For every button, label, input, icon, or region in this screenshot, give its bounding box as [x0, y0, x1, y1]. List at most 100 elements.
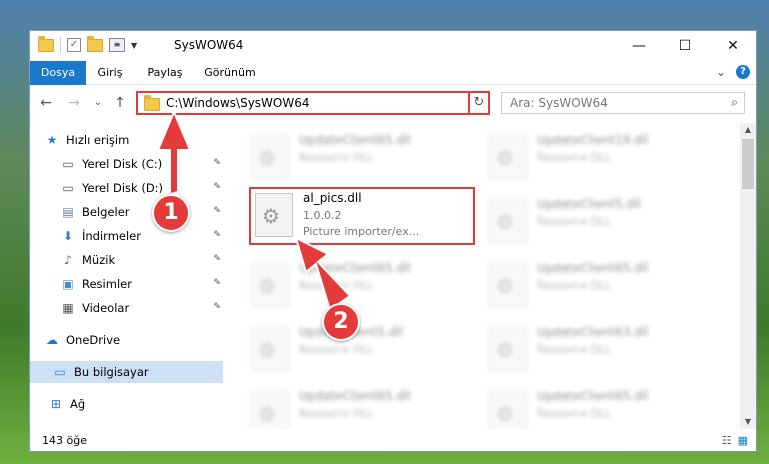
navigation-bar: ← → ⌄ ↑ C:\Windows\SysWOW64 ⌄ ↻ Ara: Sys… — [30, 89, 756, 119]
address-path[interactable]: C:\Windows\SysWOW64 — [166, 96, 310, 110]
scroll-up-icon[interactable]: ▲ — [740, 123, 756, 137]
tab-file[interactable]: Dosya — [30, 61, 86, 85]
scroll-down-icon[interactable]: ▼ — [740, 415, 756, 429]
list-item[interactable]: UpdateClient5.dll Resource DLL — [249, 321, 474, 377]
list-item[interactable]: UpdateClient65.dll Resource DLL — [249, 385, 474, 429]
pin-icon[interactable]: ✎ — [213, 254, 221, 264]
music-icon: ♪ — [64, 253, 72, 267]
dll-file-icon — [489, 135, 527, 179]
sidebar-item-onedrive[interactable]: ☁ OneDrive — [30, 329, 223, 351]
sidebar-item-videos[interactable]: ▦ Videolar ✎ — [30, 297, 223, 319]
sidebar-item-music[interactable]: ♪ Müzik ✎ — [30, 249, 223, 271]
view-toggle: ☷ ▦ — [722, 434, 748, 447]
file-description: Picture importer/ex... — [303, 225, 420, 238]
search-input[interactable]: Ara: SysWOW64 — [510, 96, 608, 110]
ribbon-expand-icon[interactable]: ⌄ — [716, 65, 726, 79]
maximize-button[interactable]: ☐ — [662, 31, 708, 61]
pin-icon[interactable]: ✎ — [213, 278, 221, 288]
dll-file-icon — [251, 135, 289, 179]
file-description: Resource DLL — [537, 215, 612, 228]
file-description: Resource DLL — [299, 407, 374, 420]
sidebar-item-network[interactable]: ⊞ Ağ — [30, 393, 223, 415]
address-bar[interactable]: C:\Windows\SysWOW64 ⌄ — [136, 91, 488, 115]
up-button[interactable]: ↑ — [110, 93, 130, 113]
back-button[interactable]: ← — [36, 93, 56, 113]
toolbar-divider — [60, 37, 61, 53]
dll-file-icon — [489, 263, 527, 307]
sidebar-item-this-pc[interactable]: ▭ Bu bilgisayar — [30, 361, 223, 383]
sidebar-item-documents[interactable]: ▤ Belgeler ✎ — [30, 201, 223, 223]
documents-icon: ▤ — [62, 205, 74, 219]
file-name: UpdateClient63.dll — [537, 325, 649, 339]
pin-icon[interactable]: ✎ — [213, 230, 221, 240]
help-icon[interactable]: ? — [736, 65, 750, 79]
minimize-button[interactable]: — — [616, 31, 662, 61]
sidebar-item-disk-c[interactable]: ▭ Yerel Disk (C:) ✎ — [30, 153, 223, 175]
tiles-view-icon[interactable]: ▦ — [738, 434, 748, 447]
sidebar-item-label: Müzik — [82, 253, 116, 267]
title-bar: ✓ ≡ ▼ SysWOW64 — ☐ ✕ — [30, 31, 756, 61]
network-icon: ⊞ — [50, 397, 62, 411]
list-item[interactable]: UpdateClient65.dll Resource DLL — [249, 129, 474, 185]
qat-dropdown-icon[interactable]: ▼ — [131, 41, 137, 50]
pictures-icon: ▣ — [62, 277, 74, 291]
forward-button[interactable]: → — [64, 93, 84, 113]
file-name: UpdateClient65.dll — [299, 261, 411, 275]
tab-home[interactable]: Giriş — [90, 61, 130, 85]
sidebar-item-label: OneDrive — [66, 333, 121, 347]
search-box[interactable]: Ara: SysWOW64 ⌕ — [501, 92, 745, 114]
pin-icon[interactable]: ✎ — [213, 302, 221, 312]
navigation-pane: ★ Hızlı erişim ▭ Yerel Disk (C:) ✎ ▭ Yer… — [30, 123, 223, 429]
list-item[interactable]: UpdateClient65.dll Resource DLL — [487, 257, 712, 313]
file-name: UpdateClient65.dll — [299, 389, 411, 403]
dll-file-icon — [489, 327, 527, 371]
close-button[interactable]: ✕ — [710, 31, 756, 61]
dll-file-icon — [489, 391, 527, 429]
list-item[interactable]: UpdateClient19.dll Resource DLL — [487, 129, 712, 185]
pin-icon[interactable]: ✎ — [213, 158, 221, 168]
file-description: Resource DLL — [299, 151, 374, 164]
cloud-icon: ☁ — [46, 333, 58, 347]
list-item[interactable]: UpdateClient65.dll Resource DLL — [249, 257, 474, 313]
file-name: UpdateClient65.dll — [537, 389, 649, 403]
highlighted-file[interactable]: al_pics.dll 1.0.0.2 Picture importer/ex.… — [249, 187, 475, 245]
details-view-icon[interactable]: ☷ — [722, 434, 732, 447]
sidebar-item-label: Yerel Disk (C:) — [82, 157, 163, 171]
list-item[interactable]: UpdateClient5.dll Resource DLL — [487, 193, 712, 249]
new-folder-icon[interactable] — [87, 35, 103, 52]
sidebar-item-pictures[interactable]: ▣ Resimler ✎ — [30, 273, 223, 295]
star-icon: ★ — [46, 133, 58, 147]
sidebar-item-label: İndirmeler — [82, 229, 141, 243]
tab-share[interactable]: Paylaş — [140, 61, 190, 85]
sidebar-item-quick-access[interactable]: ★ Hızlı erişim — [30, 129, 223, 151]
file-description: Resource DLL — [537, 151, 612, 164]
folder-icon — [144, 95, 160, 111]
list-item[interactable]: al_pics.dll 1.0.0.2 Picture importer/ex.… — [253, 187, 478, 243]
file-name: UpdateClient5.dll — [537, 197, 641, 211]
tab-view[interactable]: Görünüm — [200, 61, 260, 85]
file-name: UpdateClient65.dll — [299, 133, 411, 147]
pin-icon[interactable]: ✎ — [213, 182, 221, 192]
sidebar-item-label: Bu bilgisayar — [74, 365, 149, 379]
search-icon[interactable]: ⌕ — [731, 95, 738, 110]
sidebar-item-label: Yerel Disk (D:) — [82, 181, 164, 195]
properties-check-icon[interactable]: ✓ — [67, 38, 81, 52]
refresh-button[interactable]: ↻ — [468, 91, 490, 115]
quick-access-toolbar: ✓ ≡ ▼ — [38, 35, 137, 53]
ribbon-tabs: Dosya Giriş Paylaş Görünüm ⌄ ? — [30, 61, 756, 85]
callout-1: 1 — [152, 194, 190, 232]
list-item[interactable]: UpdateClient63.dll Resource DLL — [487, 321, 712, 377]
recent-locations-button[interactable]: ⌄ — [88, 93, 108, 113]
pin-icon[interactable]: ✎ — [213, 206, 221, 216]
sidebar-item-disk-d[interactable]: ▭ Yerel Disk (D:) ✎ — [30, 177, 223, 199]
callout-2: 2 — [322, 303, 360, 341]
sidebar-item-label: Resimler — [82, 277, 132, 291]
sidebar-item-downloads[interactable]: ⬇ İndirmeler ✎ — [30, 225, 223, 247]
vertical-scrollbar[interactable]: ▲ ▼ — [740, 123, 756, 429]
scrollbar-thumb[interactable] — [742, 139, 754, 189]
file-description: Resource DLL — [299, 343, 374, 356]
list-item[interactable]: UpdateClient65.dll Resource DLL — [487, 385, 712, 429]
file-name: al_pics.dll — [303, 191, 362, 205]
customize-icon[interactable]: ≡ — [109, 38, 125, 52]
dll-file-icon — [251, 327, 289, 371]
